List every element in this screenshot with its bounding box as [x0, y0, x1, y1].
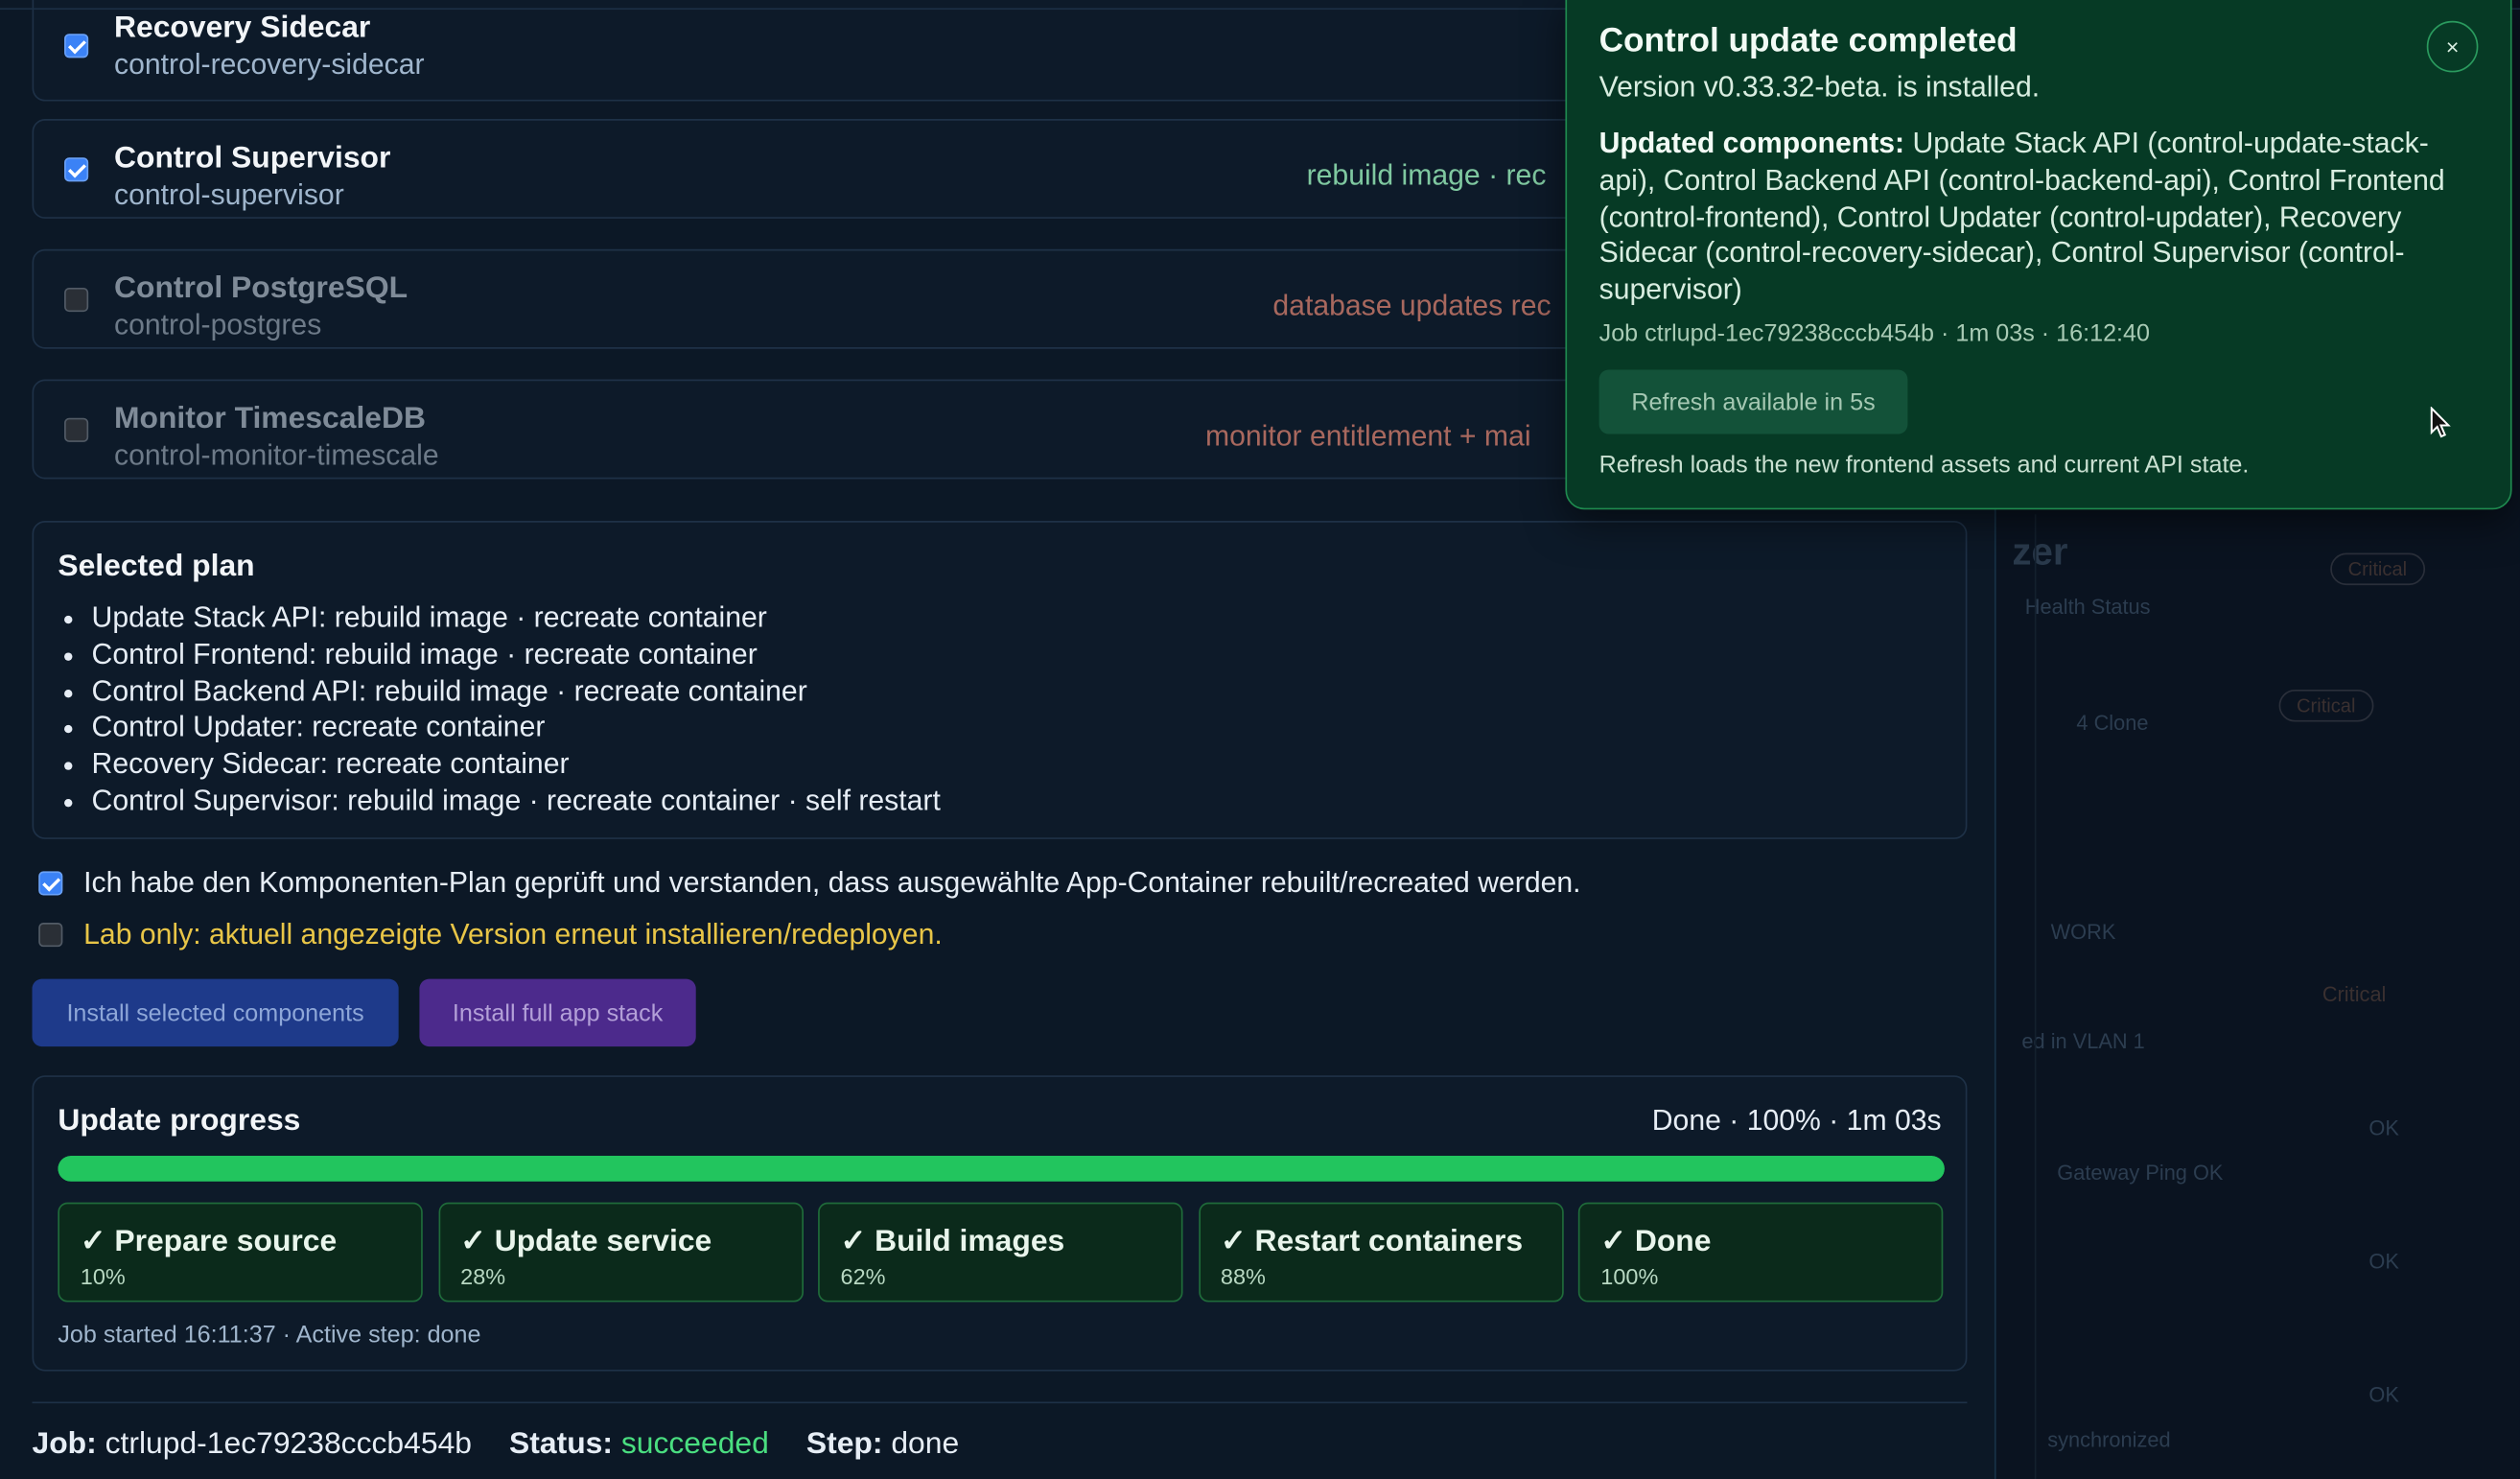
- lab-reinstall-option[interactable]: Lab only: aktuell angezeigte Version ern…: [38, 918, 943, 951]
- ack-checkbox[interactable]: [38, 871, 63, 896]
- bg-ok-3: OK: [2368, 1382, 2399, 1407]
- plan-item: Control Supervisor: rebuild image · recr…: [92, 783, 941, 819]
- step-label: ✓ Restart containers: [1220, 1225, 1524, 1259]
- component-checkbox[interactable]: [64, 417, 89, 442]
- lab-label: Lab only: aktuell angezeigte Version ern…: [83, 917, 943, 951]
- toast-version: Version v0.33.32-beta. is installed.: [1598, 70, 2041, 104]
- progress-footer: Job started 16:11:37 · Active step: done: [58, 1321, 481, 1350]
- progress-summary: Done · 100% · 1m 03s: [1651, 1104, 1942, 1137]
- bg-badge-critical-3: Critical: [2322, 982, 2387, 1007]
- toast-job-info: Job ctrlupd-1ec79238cccb454b · 1m 03s · …: [1598, 319, 2151, 348]
- step-value: done: [891, 1427, 960, 1462]
- component-action: rebuild image · rec: [1306, 158, 1547, 192]
- component-name: Monitor TimescaleDB: [113, 402, 427, 436]
- plan-list: Update Stack API: rebuild image · recrea…: [92, 599, 941, 819]
- install-selected-button[interactable]: Install selected components: [32, 978, 399, 1047]
- toast-updated-components: Updated components: Update Stack API (co…: [1599, 126, 2480, 309]
- component-action: monitor entitlement + mai: [1205, 419, 1531, 452]
- step-card: ✓ Build images 62%: [818, 1202, 1183, 1303]
- toast-title: Control update completed: [1598, 22, 2018, 60]
- plan-item: Control Updater: recreate container: [92, 710, 941, 746]
- step-percent: 28%: [460, 1263, 506, 1290]
- update-complete-toast: Control update completed × Version v0.33…: [1565, 0, 2512, 510]
- lab-checkbox[interactable]: [38, 923, 63, 948]
- component-id: control-postgres: [113, 308, 322, 341]
- status-label: Status:: [509, 1427, 613, 1462]
- updated-label: Updated components:: [1598, 127, 1905, 159]
- progress-title: Update progress: [58, 1104, 301, 1139]
- step-percent: 100%: [1600, 1263, 1659, 1290]
- job-label: Job:: [32, 1427, 97, 1462]
- step-label: ✓ Build images: [840, 1225, 1065, 1259]
- job-id: ctrlupd-1ec79238cccb454b: [105, 1427, 473, 1462]
- refresh-button[interactable]: Refresh available in 5s: [1598, 369, 1908, 434]
- component-name: Recovery Sidecar: [113, 11, 371, 45]
- plan-item: Control Frontend: rebuild image · recrea…: [92, 636, 941, 672]
- progress-steps: ✓ Prepare source 10% ✓ Update service 28…: [58, 1202, 1945, 1303]
- bg-ok-2: OK: [2368, 1249, 2399, 1274]
- plan-item: Update Stack API: rebuild image · recrea…: [92, 599, 941, 636]
- plan-item: Control Backend API: rebuild image · rec…: [92, 673, 941, 710]
- mouse-cursor-icon: [2430, 407, 2451, 438]
- job-status-line: Job: ctrlupd-1ec79238cccb454b Status: su…: [33, 1427, 989, 1463]
- bg-vlan-text: ed in VLAN 1: [2021, 1028, 2145, 1053]
- step-card: ✓ Update service 28%: [437, 1202, 804, 1303]
- step-percent: 88%: [1220, 1263, 1266, 1290]
- component-name: Control PostgreSQL: [113, 271, 408, 306]
- bg-gateway-text: Gateway Ping OK: [2057, 1161, 2224, 1186]
- progress-bar: [58, 1156, 1945, 1182]
- component-checkbox[interactable]: [64, 157, 89, 182]
- bg-subtitle: Health Status: [2024, 595, 2151, 620]
- close-icon[interactable]: ×: [2426, 20, 2479, 73]
- component-checkbox[interactable]: [64, 288, 89, 313]
- status-value: succeeded: [620, 1427, 769, 1462]
- step-percent: 10%: [80, 1263, 126, 1290]
- plan-item: Recovery Sidecar: recreate container: [92, 746, 941, 783]
- component-name: Control Supervisor: [113, 141, 391, 176]
- bg-clone-text: 4 Clone: [2076, 710, 2149, 735]
- toast-note: Refresh loads the new frontend assets an…: [1598, 451, 2250, 480]
- bg-sync-text: synchronized: [2047, 1427, 2171, 1452]
- bg-work-text: WORK: [2050, 919, 2116, 944]
- step-label: ✓ Done: [1600, 1225, 1712, 1259]
- bg-badge-critical-1: Critical: [2330, 552, 2425, 586]
- ack-confirmation[interactable]: Ich habe den Komponenten-Plan geprüft un…: [38, 866, 1581, 900]
- step-card: ✓ Done 100%: [1577, 1202, 1944, 1303]
- component-action: database updates rec: [1272, 289, 1552, 322]
- divider: [32, 1401, 1968, 1404]
- progress-bar-fill: [58, 1156, 1945, 1182]
- component-id: control-monitor-timescale: [113, 438, 439, 472]
- step-card: ✓ Restart containers 88%: [1198, 1202, 1563, 1303]
- selected-plan: Selected plan Update Stack API: rebuild …: [32, 521, 1968, 839]
- step-label: ✓ Prepare source: [80, 1225, 338, 1259]
- step-label-inline: Step:: [805, 1427, 883, 1462]
- step-percent: 62%: [840, 1263, 886, 1290]
- step-label: ✓ Update service: [460, 1225, 712, 1259]
- bg-badge-critical-2: Critical: [2278, 690, 2373, 722]
- component-id: control-supervisor: [113, 178, 344, 211]
- bg-ok-1: OK: [2368, 1115, 2399, 1140]
- install-full-button[interactable]: Install full app stack: [419, 978, 696, 1047]
- plan-title: Selected plan: [58, 550, 255, 584]
- step-card: ✓ Prepare source 10%: [58, 1202, 423, 1303]
- component-checkbox[interactable]: [64, 34, 89, 59]
- app-root: zer Health Status Critical 4 Clone Criti…: [0, 0, 2520, 1479]
- update-progress: Update progress Done · 100% · 1m 03s ✓ P…: [32, 1075, 1968, 1372]
- background-divider: [2034, 514, 2037, 1479]
- ack-label: Ich habe den Komponenten-Plan geprüft un…: [83, 866, 1581, 899]
- component-id: control-recovery-sidecar: [113, 48, 425, 81]
- bg-title-fragment: zer: [2012, 530, 2068, 575]
